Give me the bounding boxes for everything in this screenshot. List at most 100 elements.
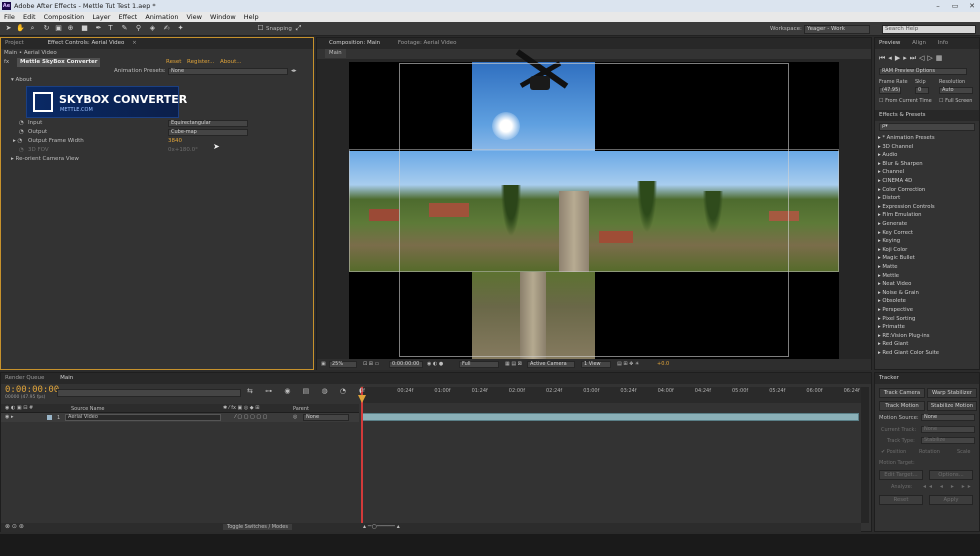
comp-subtab-main[interactable]: Main	[325, 49, 346, 58]
tab-render-queue[interactable]: Render Queue	[5, 375, 44, 381]
zoom-slider-icon[interactable]: ▴ ─○───── ▴	[363, 523, 400, 530]
layer-duration-bar[interactable]	[361, 413, 859, 421]
close-icon[interactable]: ✕	[964, 0, 980, 12]
pen-tool-icon[interactable]: ✒	[94, 24, 103, 33]
tab-main-timeline[interactable]: Main	[60, 375, 73, 381]
effect-category-item[interactable]: ▸ Koji Color	[878, 246, 907, 255]
menu-view[interactable]: View	[187, 13, 202, 21]
effect-category-item[interactable]: ▸ Expression Controls	[878, 203, 935, 212]
effect-category-item[interactable]: ▸ Matte	[878, 263, 898, 272]
mask-tool-icon[interactable]: ■	[80, 24, 89, 33]
tab-tracker[interactable]: Tracker	[879, 375, 899, 381]
minimize-icon[interactable]: –	[930, 0, 946, 12]
effect-category-item[interactable]: ▸ Red Giant	[878, 340, 908, 349]
effect-category-item[interactable]: ▸ Primatte	[878, 323, 905, 332]
layer-name[interactable]: Aerial Video	[65, 414, 221, 421]
full-screen-checkbox[interactable]: ☐ Full Screen	[939, 98, 972, 104]
pan-behind-tool-icon[interactable]: ⊕	[66, 24, 75, 33]
menu-effect[interactable]: Effect	[119, 13, 138, 21]
about-link[interactable]: About...	[220, 58, 242, 67]
layout-icon[interactable]: ▤ ⊞ ✥ ☀	[617, 359, 639, 370]
tab-effect-controls[interactable]: Effect Controls: Aerial Video	[48, 40, 125, 46]
snapping-checkbox-icon[interactable]: ☐	[256, 24, 265, 33]
parent-select[interactable]: None	[303, 414, 349, 421]
maximize-icon[interactable]: ▭	[947, 0, 963, 12]
reset-link[interactable]: Reset	[166, 58, 181, 67]
timeline-scrollbar[interactable]	[861, 387, 869, 523]
current-time-indicator[interactable]	[361, 387, 363, 523]
about-group[interactable]: ▾ About	[11, 76, 32, 85]
layer-row[interactable]: ◉ ▸ 1 Aerial Video ⁄ ▢ ▢ ▢ ▢ ▢ ◎ None	[1, 413, 359, 422]
animation-presets-select[interactable]: None	[168, 68, 288, 75]
menu-layer[interactable]: Layer	[92, 13, 110, 21]
snapshot-icon[interactable]: ◉ ◐ ●	[427, 359, 443, 370]
output-select[interactable]: Cube-map	[168, 129, 248, 136]
tab-effects-presets[interactable]: Effects & Presets	[879, 112, 926, 118]
source-name-header[interactable]: Source Name	[71, 406, 105, 412]
width-value[interactable]: 3840	[168, 137, 182, 146]
puppet-tool-icon[interactable]: ✦	[176, 24, 185, 33]
timecode-field[interactable]: 0:00:00:00	[389, 361, 423, 368]
fit-icon[interactable]: ⊡ ⊞ ▭	[363, 359, 379, 370]
pickwhip-icon[interactable]: ◎	[293, 414, 297, 420]
timeline-switches-icon[interactable]: ⇆ ⊶ ◉ ▤ ◍ ◔ ⌚	[247, 387, 372, 395]
effect-category-item[interactable]: ▸ * Animation Presets	[878, 134, 935, 143]
camera-tool-icon[interactable]: ▣	[54, 24, 63, 33]
selection-tool-icon[interactable]: ➤	[4, 24, 13, 33]
layer-visibility-icon[interactable]: ◉ ▸	[5, 414, 13, 420]
motion-source-select[interactable]: None	[921, 414, 975, 421]
effects-search-input[interactable]: ρ▾	[879, 123, 975, 131]
track-motion-button[interactable]: Track Motion	[879, 401, 925, 411]
tab-composition[interactable]: Composition: Main	[329, 40, 380, 46]
stabilize-motion-button[interactable]: Stabilize Motion	[927, 401, 977, 411]
menu-help[interactable]: Help	[244, 13, 259, 21]
effect-category-item[interactable]: ▸ Generate	[878, 220, 907, 229]
resolution-select[interactable]: Auto	[939, 87, 973, 94]
effect-category-item[interactable]: ▸ RE:Vision Plug-ins	[878, 332, 930, 341]
skip-field[interactable]: 0	[915, 87, 929, 94]
tab-align[interactable]: Align	[912, 40, 926, 46]
effect-category-item[interactable]: ▸ Color Correction	[878, 186, 925, 195]
stopwatch-icon[interactable]: ◔	[19, 128, 24, 137]
tab-preview[interactable]: Preview	[879, 40, 900, 46]
effect-category-item[interactable]: ▸ Pixel Sorting	[878, 315, 915, 324]
roto-brush-tool-icon[interactable]: ✍	[162, 24, 171, 33]
eraser-tool-icon[interactable]: ◈	[148, 24, 157, 33]
resolution-select[interactable]: Full	[459, 361, 499, 368]
tab-project[interactable]: Project	[5, 40, 24, 46]
toggle-switches-button[interactable]: Toggle Switches / Modes	[223, 524, 292, 530]
brush-tool-icon[interactable]: ✎	[120, 24, 129, 33]
input-select[interactable]: Equirectangular	[168, 120, 248, 127]
roi-icon[interactable]: ▦ ▤ ⊠	[505, 359, 522, 370]
effect-category-item[interactable]: ▸ Magic Bullet	[878, 254, 915, 263]
always-preview-icon[interactable]: ▣	[321, 359, 326, 370]
timeline-timecode[interactable]: 0:00:00:00	[5, 385, 59, 395]
effect-category-item[interactable]: ▸ CINEMA 4D	[878, 177, 912, 186]
close-icon[interactable]: ×	[132, 40, 137, 46]
tab-footage[interactable]: Footage: Aerial Video	[398, 40, 457, 46]
preset-nav-icon[interactable]: ◂▸	[291, 67, 297, 76]
playback-controls-icon[interactable]: ⏮◂▶▸⏭◁▷▦	[879, 54, 945, 63]
effect-category-item[interactable]: ▸ 3D Channel	[878, 143, 913, 152]
rotate-tool-icon[interactable]: ↻	[42, 24, 51, 33]
layer-switch-icons[interactable]: ⁄ ▢ ▢ ▢ ▢ ▢	[235, 414, 267, 420]
camera-view-group[interactable]: ▸ Re-orient Camera View	[11, 155, 79, 164]
effect-name[interactable]: Mettle SkyBox Converter	[17, 58, 101, 67]
effect-category-item[interactable]: ▸ Keying	[878, 237, 900, 246]
effect-category-item[interactable]: ▸ Neat Video	[878, 280, 911, 289]
menu-file[interactable]: File	[4, 13, 15, 21]
tab-info[interactable]: Info	[938, 40, 948, 46]
menu-window[interactable]: Window	[210, 13, 236, 21]
views-select[interactable]: 1 View	[581, 361, 611, 368]
menu-composition[interactable]: Composition	[44, 13, 85, 21]
search-help-input[interactable]: Search Help	[882, 25, 976, 34]
parent-header[interactable]: Parent	[293, 406, 309, 412]
from-current-checkbox[interactable]: ☐ From Current Time	[879, 98, 932, 104]
timeline-search-input[interactable]	[57, 389, 241, 397]
effect-category-item[interactable]: ▸ Blur & Sharpen	[878, 160, 923, 169]
track-camera-button[interactable]: Track Camera	[879, 388, 925, 398]
ram-preview-options[interactable]: RAM Preview Options	[879, 68, 967, 75]
effect-category-item[interactable]: ▸ Channel	[878, 168, 904, 177]
snap-options-icon[interactable]: ⤢	[294, 24, 303, 33]
effect-category-item[interactable]: ▸ Distort	[878, 194, 900, 203]
